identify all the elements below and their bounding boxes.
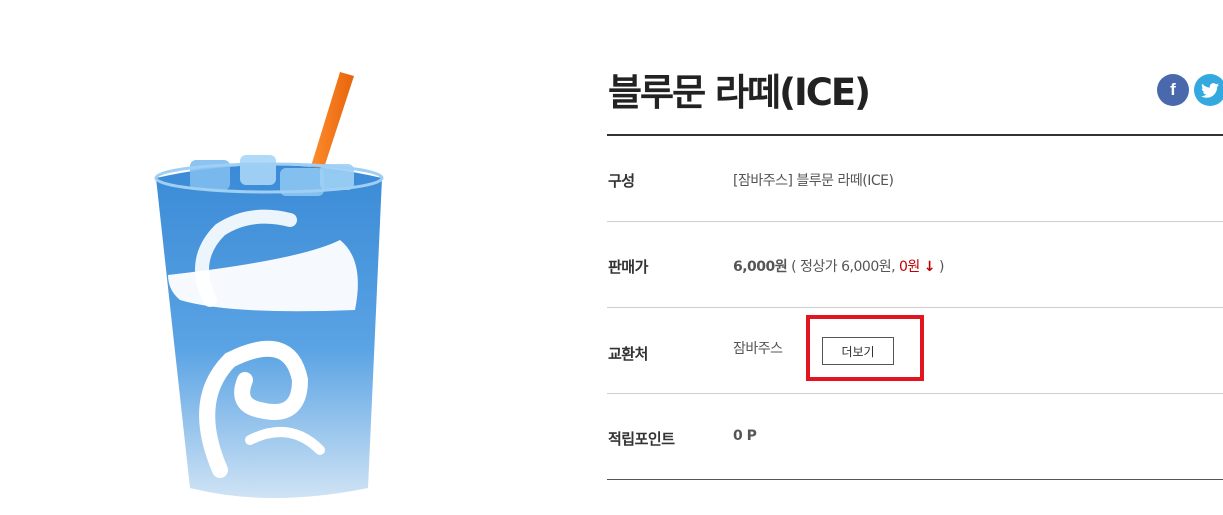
down-arrow-icon: ↓	[923, 259, 936, 275]
regular-price-prefix: ( 정상가	[791, 259, 838, 275]
composition-value: [잠바주스] 블루문 라떼(ICE)	[733, 173, 894, 189]
twitter-share-button[interactable]	[1194, 74, 1223, 106]
drink-cup-illustration	[154, 72, 384, 498]
exchange-value: 잠바주스	[733, 341, 783, 357]
row-price: 판매가 6,000원 ( 정상가 6,000원, 0원 ↓ )	[607, 222, 1223, 308]
points-label: 적립포인트	[608, 430, 675, 448]
points-value: 0 P	[733, 428, 757, 444]
row-points: 적립포인트 0 P	[607, 394, 1223, 480]
twitter-icon	[1201, 82, 1219, 98]
product-image	[150, 60, 390, 511]
product-title: 블루문 라떼(ICE)	[608, 71, 871, 114]
exchange-label: 교환처	[608, 345, 648, 363]
regular-price: 6,000원,	[841, 259, 896, 275]
more-button[interactable]: 더보기	[822, 337, 894, 365]
facebook-share-button[interactable]: f	[1157, 74, 1189, 106]
composition-label: 구성	[608, 172, 635, 190]
discount-amount: 0원	[899, 259, 920, 275]
price-value: 6,000원 ( 정상가 6,000원, 0원 ↓ )	[733, 256, 944, 276]
row-exchange: 교환처 잠바주스 더보기	[607, 308, 1223, 394]
facebook-icon: f	[1170, 80, 1176, 99]
sale-price: 6,000원	[733, 259, 788, 275]
row-composition: 구성 [잠바주스] 블루문 라떼(ICE)	[607, 136, 1223, 222]
regular-price-suffix: )	[938, 259, 944, 275]
price-label: 판매가	[608, 258, 648, 276]
